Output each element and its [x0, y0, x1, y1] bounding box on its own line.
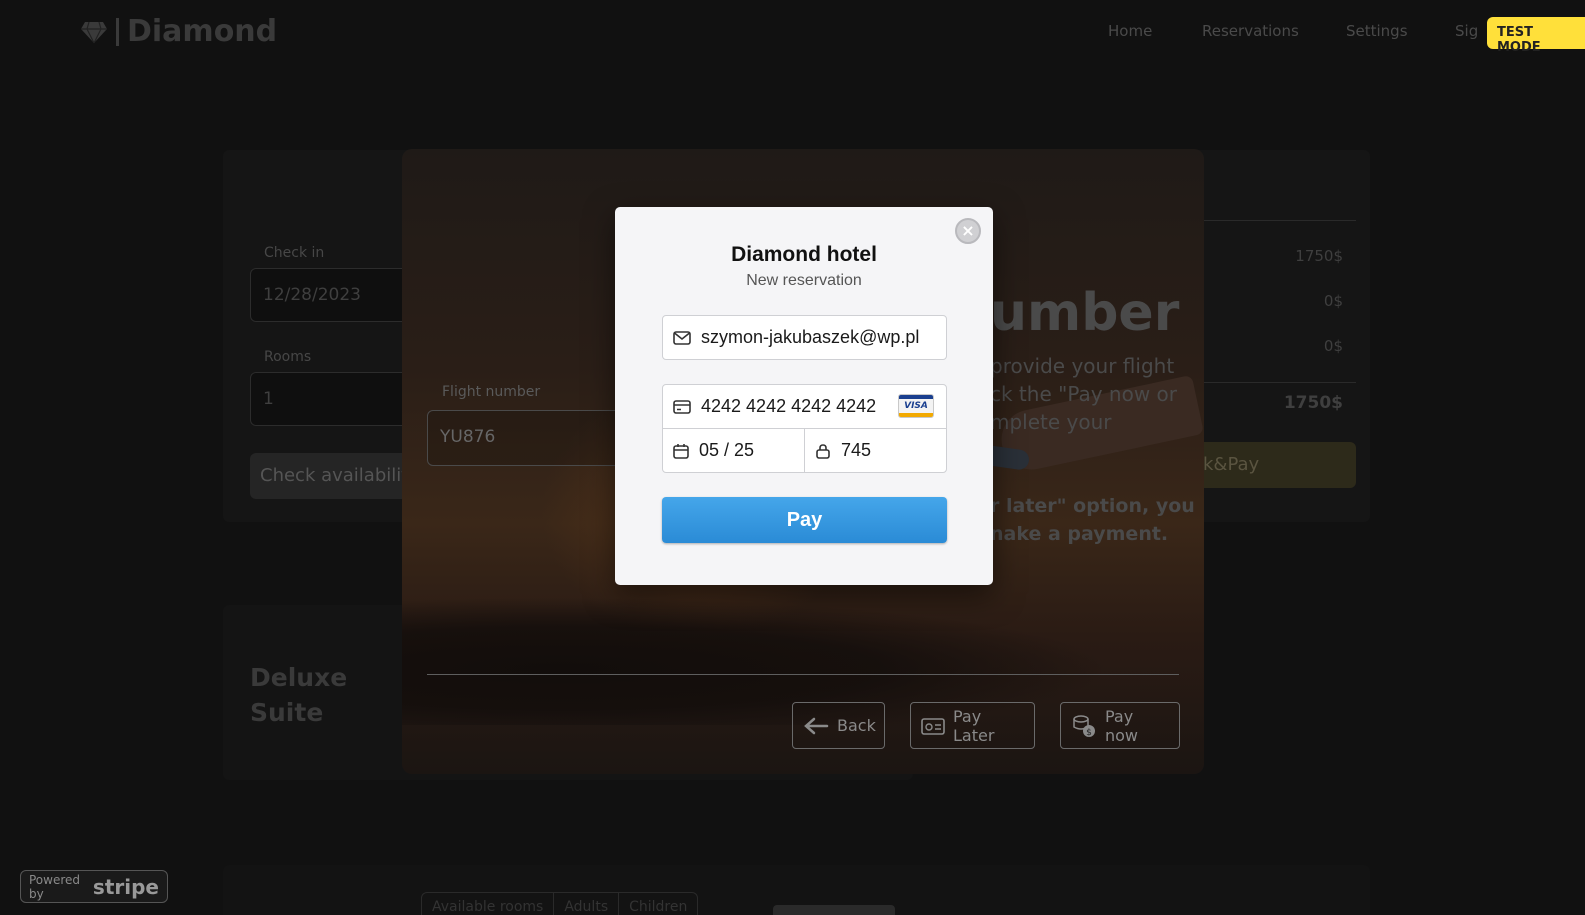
back-button-label: Back — [837, 716, 876, 735]
email-value: szymon-jakubaszek@wp.pl — [701, 327, 920, 347]
arrow-left-icon — [804, 717, 829, 734]
credit-card-icon — [673, 399, 691, 414]
table-header: Available rooms Adults Children — [421, 892, 699, 915]
pay-button[interactable]: Pay — [662, 497, 947, 543]
room-title-line: Suite — [250, 698, 324, 727]
nav-sign[interactable]: Sig — [1455, 22, 1478, 40]
calendar-icon — [673, 443, 689, 459]
flight-number-input[interactable]: YU876 — [427, 410, 622, 466]
powered-by-text: Powered by — [29, 872, 81, 901]
rooms-input[interactable]: 1 — [250, 372, 410, 426]
back-button[interactable]: Back — [792, 702, 885, 749]
checkout-title: Diamond hotel — [731, 243, 877, 266]
flight-number-label: Flight number — [442, 384, 541, 400]
check-in-label: Check in — [264, 245, 325, 261]
column-available-rooms[interactable]: Available rooms — [422, 893, 555, 915]
total-price: 1750$ — [1283, 393, 1343, 413]
brand-name: Diamond — [127, 14, 278, 49]
column-adults[interactable]: Adults — [554, 893, 620, 915]
table-action-button[interactable] — [773, 905, 895, 915]
flight-modal-heading: umber — [990, 283, 1180, 343]
card-brand-label: VISA — [904, 401, 928, 411]
expiry-value: 05 / 25 — [699, 440, 755, 460]
book-and-pay-button[interactable]: ok&Pay — [1190, 442, 1356, 488]
stripe-wordmark: stripe — [92, 874, 159, 899]
brand-logo[interactable]: Diamond — [80, 14, 277, 49]
visa-card-icon: VISA — [898, 394, 934, 418]
pay-later-button[interactable]: Pay Later — [910, 702, 1035, 749]
mail-icon — [673, 330, 691, 345]
card-number-value: 4242 4242 4242 4242 — [701, 396, 877, 416]
price-value: 1750$ — [1295, 247, 1343, 265]
price-value: 0$ — [1323, 337, 1343, 355]
flight-modal-note: r later" option, you nake a payment. — [990, 495, 1195, 545]
expiry-field[interactable]: 05 / 25 — [662, 428, 805, 473]
pay-now-label: Pay now — [1105, 706, 1139, 745]
total-divider — [1190, 382, 1356, 383]
nav-reservations[interactable]: Reservations — [1202, 22, 1299, 40]
logo-divider — [116, 17, 119, 46]
check-in-input[interactable]: 12/28/2023 — [250, 268, 410, 322]
pay-later-label: Pay Later — [953, 706, 995, 745]
close-button[interactable]: × — [955, 218, 981, 244]
price-value: 0$ — [1323, 292, 1343, 310]
coins-icon: $ — [1073, 714, 1095, 738]
wallet-icon — [921, 717, 945, 735]
powered-by-stripe-badge[interactable]: Powered by stripe — [20, 870, 168, 903]
svg-text:$: $ — [1086, 728, 1092, 738]
checkout-subtitle: New reservation — [746, 272, 862, 289]
flight-modal-divider — [427, 674, 1179, 675]
close-icon: × — [961, 221, 975, 240]
rooms-label: Rooms — [264, 349, 312, 365]
email-field[interactable]: szymon-jakubaszek@wp.pl — [662, 315, 947, 360]
diamond-icon — [81, 21, 107, 43]
nav-home[interactable]: Home — [1108, 22, 1152, 40]
cvc-field[interactable]: 745 — [804, 428, 947, 473]
cvc-value: 745 — [841, 440, 872, 460]
price-divider — [1190, 220, 1356, 221]
nav-settings[interactable]: Settings — [1346, 22, 1408, 40]
pay-now-button[interactable]: $ Pay now — [1060, 702, 1180, 749]
flight-modal-description: provide your flight ck the "Pay now or m… — [990, 354, 1178, 434]
page: Diamond Home Reservations Settings Sig T… — [0, 0, 1585, 915]
column-children[interactable]: Children — [619, 893, 697, 915]
lock-icon — [816, 443, 830, 459]
room-title: Deluxe Suite — [250, 660, 347, 730]
test-mode-badge: TEST MODE — [1487, 17, 1585, 55]
room-title-line: Deluxe — [250, 663, 348, 692]
navbar: Diamond Home Reservations Settings Sig T… — [0, 0, 1585, 64]
